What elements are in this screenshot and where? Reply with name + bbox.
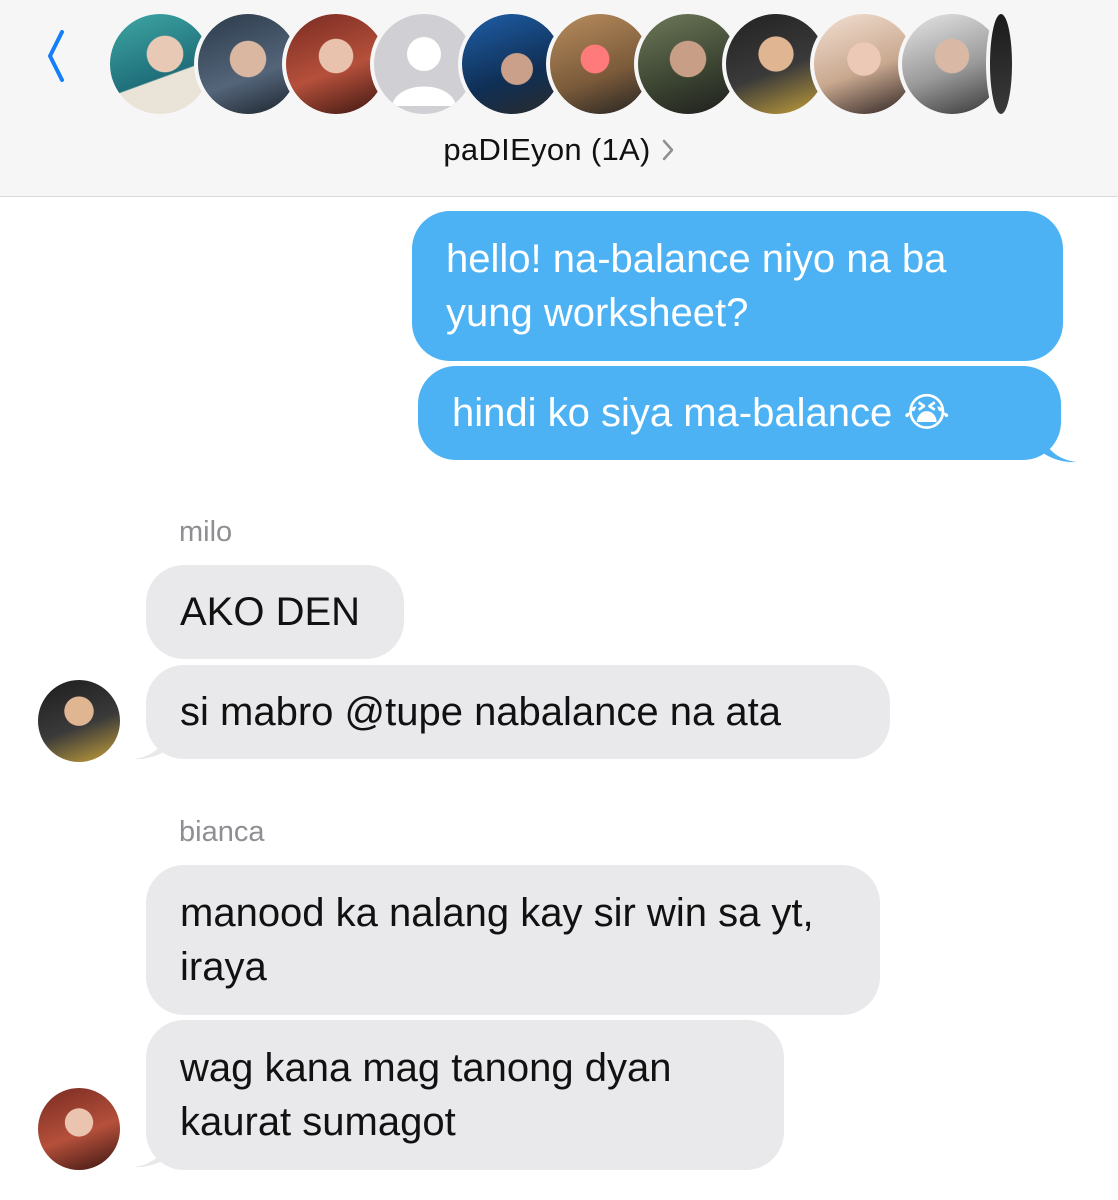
outgoing-message[interactable]: hindi ko siya ma-balance 😭	[418, 366, 1061, 460]
sender-avatar[interactable]	[38, 680, 120, 762]
chevron-right-icon	[662, 139, 673, 161]
group-info-button[interactable]: paDIEyon (1A)	[0, 128, 1118, 172]
incoming-message[interactable]: manood ka nalang kay sir win sa yt, iray…	[146, 865, 880, 1015]
bubble-tail	[134, 722, 170, 760]
incoming-message[interactable]: wag kana mag tanong dyan kaurat sumagot	[146, 1020, 784, 1170]
outgoing-message[interactable]: hello! na-balance niyo na ba yung worksh…	[412, 211, 1063, 361]
incoming-message[interactable]: si mabro @tupe nabalance na ata	[146, 665, 890, 759]
conversation-title: paDIEyon (1A)	[443, 132, 651, 167]
member-avatar[interactable]	[986, 10, 1016, 118]
chevron-left-icon	[48, 30, 64, 82]
incoming-message[interactable]: AKO DEN	[146, 565, 404, 659]
bubble-tail	[1040, 425, 1076, 463]
sender-avatar[interactable]	[38, 1088, 120, 1170]
group-avatars[interactable]	[106, 10, 1016, 120]
sender-name: bianca	[179, 816, 265, 848]
back-button[interactable]	[36, 26, 76, 86]
chat-header: paDIEyon (1A)	[0, 0, 1118, 197]
bubble-tail	[134, 1130, 170, 1168]
sender-name: milo	[179, 516, 233, 548]
